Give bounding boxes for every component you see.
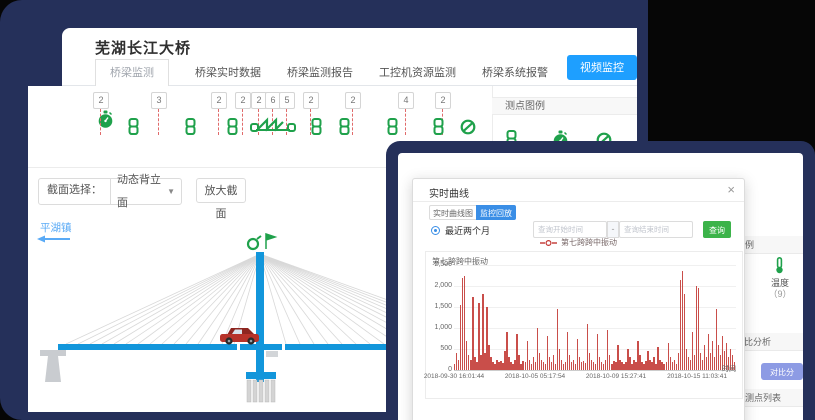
- close-icon[interactable]: ×: [727, 182, 735, 197]
- sensor-count-box: 2: [211, 92, 227, 109]
- chevron-down-icon: ▼: [167, 180, 175, 203]
- left-pier: [40, 350, 66, 382]
- chain-link-icon: [433, 118, 444, 140]
- no-entry-icon: [460, 119, 476, 140]
- query-button[interactable]: 查询: [703, 221, 731, 238]
- chart-y-tick-label: 1,000: [428, 324, 452, 331]
- sensor-count-box: 2: [303, 92, 319, 109]
- chart-legend[interactable]: 第七跨跨中振动: [413, 237, 744, 248]
- chart-gridline: [454, 307, 736, 308]
- enlarge-section-button[interactable]: 放大截面: [196, 178, 246, 203]
- tower-top-sensor-icons: [248, 234, 275, 249]
- screenshot-canvas: 芜湖长江大桥 桥梁监测 桥梁实时数据 桥梁监测报告 工控机资源监测 桥梁系统报警 视频监…: [0, 0, 815, 420]
- chain-link-icon: [387, 118, 398, 140]
- chart-x-axis: [454, 370, 736, 371]
- tab-item[interactable]: 工控机资源监测: [379, 64, 456, 80]
- cable-line: [260, 254, 356, 344]
- sensor-count-box: 2: [345, 92, 361, 109]
- chart-x-tick-label: 2018-10-15 11:03:41: [657, 373, 737, 380]
- legend-marker-icon: [540, 239, 557, 247]
- chain-link-icon: [128, 118, 139, 140]
- tab-item[interactable]: 桥梁监测报告: [287, 64, 353, 80]
- chart-x-tick-label: 2018-09-30 16:01:44: [414, 373, 494, 380]
- sensor-count-box: 5: [279, 92, 295, 109]
- main-window-header-panel: 芜湖长江大桥 桥梁监测 桥梁实时数据 桥梁监测报告 工控机资源监测 桥梁系统报警 视频监…: [62, 28, 637, 86]
- cable-line: [198, 254, 260, 344]
- sidebar-temp-count: （9）: [763, 287, 797, 300]
- chart-gridline: [454, 349, 736, 350]
- sensor-count-box: 2: [435, 92, 451, 109]
- time-range-separator: -: [607, 221, 619, 238]
- recent-two-months-radio[interactable]: [431, 226, 440, 235]
- bridge-tower: [256, 252, 264, 382]
- legend-label: 第七跨跨中振动: [561, 237, 617, 248]
- chain-link-icon: [311, 118, 322, 140]
- page-title: 芜湖长江大桥: [95, 37, 191, 58]
- section-select-group: 截面选择： 动态背立面 ▼: [38, 178, 182, 205]
- modal-header: 实时曲线 ×: [413, 179, 744, 202]
- query-end-time-input[interactable]: [619, 221, 693, 238]
- sensor-count-box: 2: [93, 92, 109, 109]
- sensor-dash-line: [218, 109, 219, 135]
- sensor-count-box: 3: [151, 92, 167, 109]
- chain-link-icon: [339, 118, 350, 140]
- tab-item[interactable]: 桥梁实时数据: [195, 64, 261, 80]
- section-select-dropdown[interactable]: 动态背立面 ▼: [111, 179, 181, 204]
- tab-bar: 桥梁监测 桥梁实时数据 桥梁监测报告 工控机资源监测 桥梁系统报警: [95, 58, 548, 85]
- chart-gridline: [454, 286, 736, 287]
- realtime-curve-modal: 实时曲线 × 实时曲线图 监控回放 最近两个月 - 查询 第七跨跨中振动 第七跨…: [412, 178, 745, 420]
- chain-link-icon: [227, 118, 238, 140]
- tower-foundation: [246, 372, 276, 402]
- chart-y-tick-label: 500: [428, 345, 452, 352]
- recent-two-months-label: 最近两个月: [445, 224, 490, 237]
- cable-line: [260, 254, 370, 344]
- sensor-dash-line: [352, 109, 353, 135]
- deck-joint: [282, 343, 285, 351]
- legend-panel-header: 测点图例: [492, 97, 637, 115]
- tab-active[interactable]: 桥梁监测: [95, 59, 169, 87]
- compare-analysis-button[interactable]: 对比分析: [761, 363, 803, 380]
- sensor-dash-line: [158, 109, 159, 135]
- modal-title: 实时曲线: [429, 185, 469, 200]
- chart-container: 第七跨跨中振动 2,5002,0001,5001,00050002018-09-…: [425, 251, 743, 399]
- tab-monitor-playback[interactable]: 监控回放: [476, 205, 516, 220]
- sensor-count-box: 4: [398, 92, 414, 109]
- chart-x-axis-name: 时间: [722, 364, 736, 374]
- chart-y-tick-label: 1,500: [428, 303, 452, 310]
- thermometer-icon: [774, 257, 785, 274]
- chart-y-tick-label: 0: [428, 366, 452, 373]
- section-select-label: 截面选择：: [39, 179, 111, 204]
- video-monitor-button[interactable]: 视频监控: [567, 55, 637, 80]
- car-on-bridge: [220, 328, 259, 345]
- truss-bearing-icon: [250, 116, 296, 138]
- sensor-dash-line: [100, 109, 101, 135]
- chain-link-icon: [185, 118, 196, 140]
- tower-deck-block: [266, 351, 278, 357]
- sensor-count-box: 2: [235, 92, 251, 109]
- sensor-dash-line: [242, 109, 243, 135]
- tab-item[interactable]: 桥梁系统报警: [482, 64, 548, 80]
- query-start-time-input[interactable]: [533, 221, 607, 238]
- cable-line: [260, 254, 384, 344]
- chart-gridline: [454, 265, 736, 266]
- chart-gridline: [454, 328, 736, 329]
- tab-realtime-curve[interactable]: 实时曲线图: [429, 205, 477, 220]
- chart-y-tick-label: 2,000: [428, 282, 452, 289]
- chart-x-tick-label: 2018-10-09 15:27:41: [576, 373, 656, 380]
- chart-x-tick-label: 2018-10-05 05:17:54: [495, 373, 575, 380]
- chart-y-tick-label: 2,500: [428, 261, 452, 268]
- sensor-dash-line: [405, 109, 406, 135]
- deck-joint: [237, 343, 240, 351]
